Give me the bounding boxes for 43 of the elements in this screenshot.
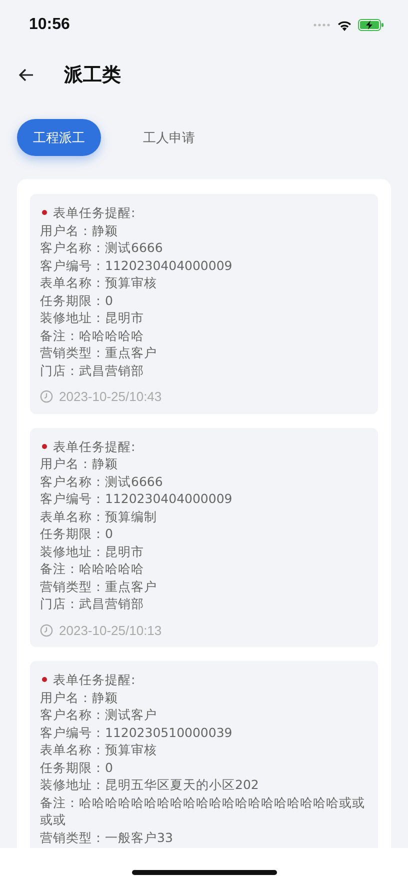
tab[interactable]: 工程派工 <box>17 119 101 156</box>
card-detail: 营销类型：一般客户33 <box>40 828 174 846</box>
card-heading: 表单任务提醒: <box>53 438 136 455</box>
message-card[interactable]: 表单任务提醒: 用户名：静颖 客户名称：测试6666 客户编号：1120230404000009 表单名称：预算编制 任务期限：0 装修地址：昆明市 备注：哈哈哈哈哈 营销类型：重点客户 门店：武昌营销部 2023-10-25/10:13 <box>30 428 378 647</box>
card-detail: 表单名称：预算编制 <box>40 508 158 525</box>
message-card[interactable]: 表单任务提醒: 用户名：静颖 客户名称：测试客户 客户编号：1120230510000039 表单名称：预算审核 任务期限：0 装修地址：昆明五华区夏天的小区202 备注：哈哈哈哈哈哈哈哈哈哈哈哈哈哈哈哈哈哈哈哈或或或或 营销类型：一般客户33 <box>30 661 378 848</box>
battery-charging-icon <box>358 19 384 31</box>
tab[interactable]: 工人申请 <box>127 119 211 156</box>
card-detail: 装修地址：昆明市 <box>40 542 145 560</box>
card-detail: 门店：武昌营销部 <box>40 362 145 379</box>
card-detail: 任务期限：0 <box>40 525 114 542</box>
message-card[interactable]: 表单任务提醒: 用户名：静颖 客户名称：测试6666 客户编号：1120230404000009 表单名称：预算审核 任务期限：0 装修地址：昆明市 备注：哈哈哈哈哈 营销类型：重点客户 门店：武昌营销部 2023-10-25/10:43 <box>30 194 378 414</box>
card-detail: 备注：哈哈哈哈哈 <box>40 326 145 344</box>
clock-icon <box>40 624 53 637</box>
card-detail: 备注：哈哈哈哈哈 <box>40 560 145 578</box>
card-detail: 营销类型：重点客户 <box>40 344 158 362</box>
card-detail: 门店：武昌营销部 <box>40 595 145 612</box>
card-detail: 营销类型：重点客户 <box>40 578 158 595</box>
card-detail: 客户编号：1120230404000009 <box>40 490 234 508</box>
card-detail: 表单名称：预算审核 <box>40 274 158 292</box>
card-detail: 表单名称：预算审核 <box>40 741 158 758</box>
card-detail: 任务期限：0 <box>40 292 114 309</box>
card-heading: 表单任务提醒: <box>53 204 136 222</box>
signal-icon <box>313 23 331 27</box>
card-detail: 任务期限：0 <box>40 758 114 776</box>
card-detail: 客户名称：测试客户 <box>40 706 158 724</box>
wifi-icon <box>337 20 352 30</box>
page-title: 派工类 <box>64 63 121 88</box>
card-detail: 装修地址：昆明市 <box>40 309 145 326</box>
card-detail: 备注：哈哈哈哈哈哈哈哈哈哈哈哈哈哈哈哈哈哈哈哈或或或或 <box>40 794 366 828</box>
card-detail: 客户编号：1120230510000039 <box>40 724 234 741</box>
card-detail: 用户名：静颖 <box>40 222 119 239</box>
status-time: 10:56 <box>29 16 70 34</box>
clock-icon <box>40 390 53 404</box>
timestamp: 2023-10-25/10:13 <box>59 622 162 639</box>
card-detail: 客户名称：测试6666 <box>40 472 164 490</box>
card-heading: 表单任务提醒: <box>53 671 136 688</box>
card-detail: 用户名：静颖 <box>40 455 119 472</box>
card-detail: 用户名：静颖 <box>40 688 119 706</box>
timestamp: 2023-10-25/10:43 <box>59 388 162 406</box>
card-detail: 装修地址：昆明五华区夏天的小区202 <box>40 776 260 794</box>
card-detail: 客户编号：1120230404000009 <box>40 256 234 274</box>
card-detail: 客户名称：测试6666 <box>40 239 164 256</box>
